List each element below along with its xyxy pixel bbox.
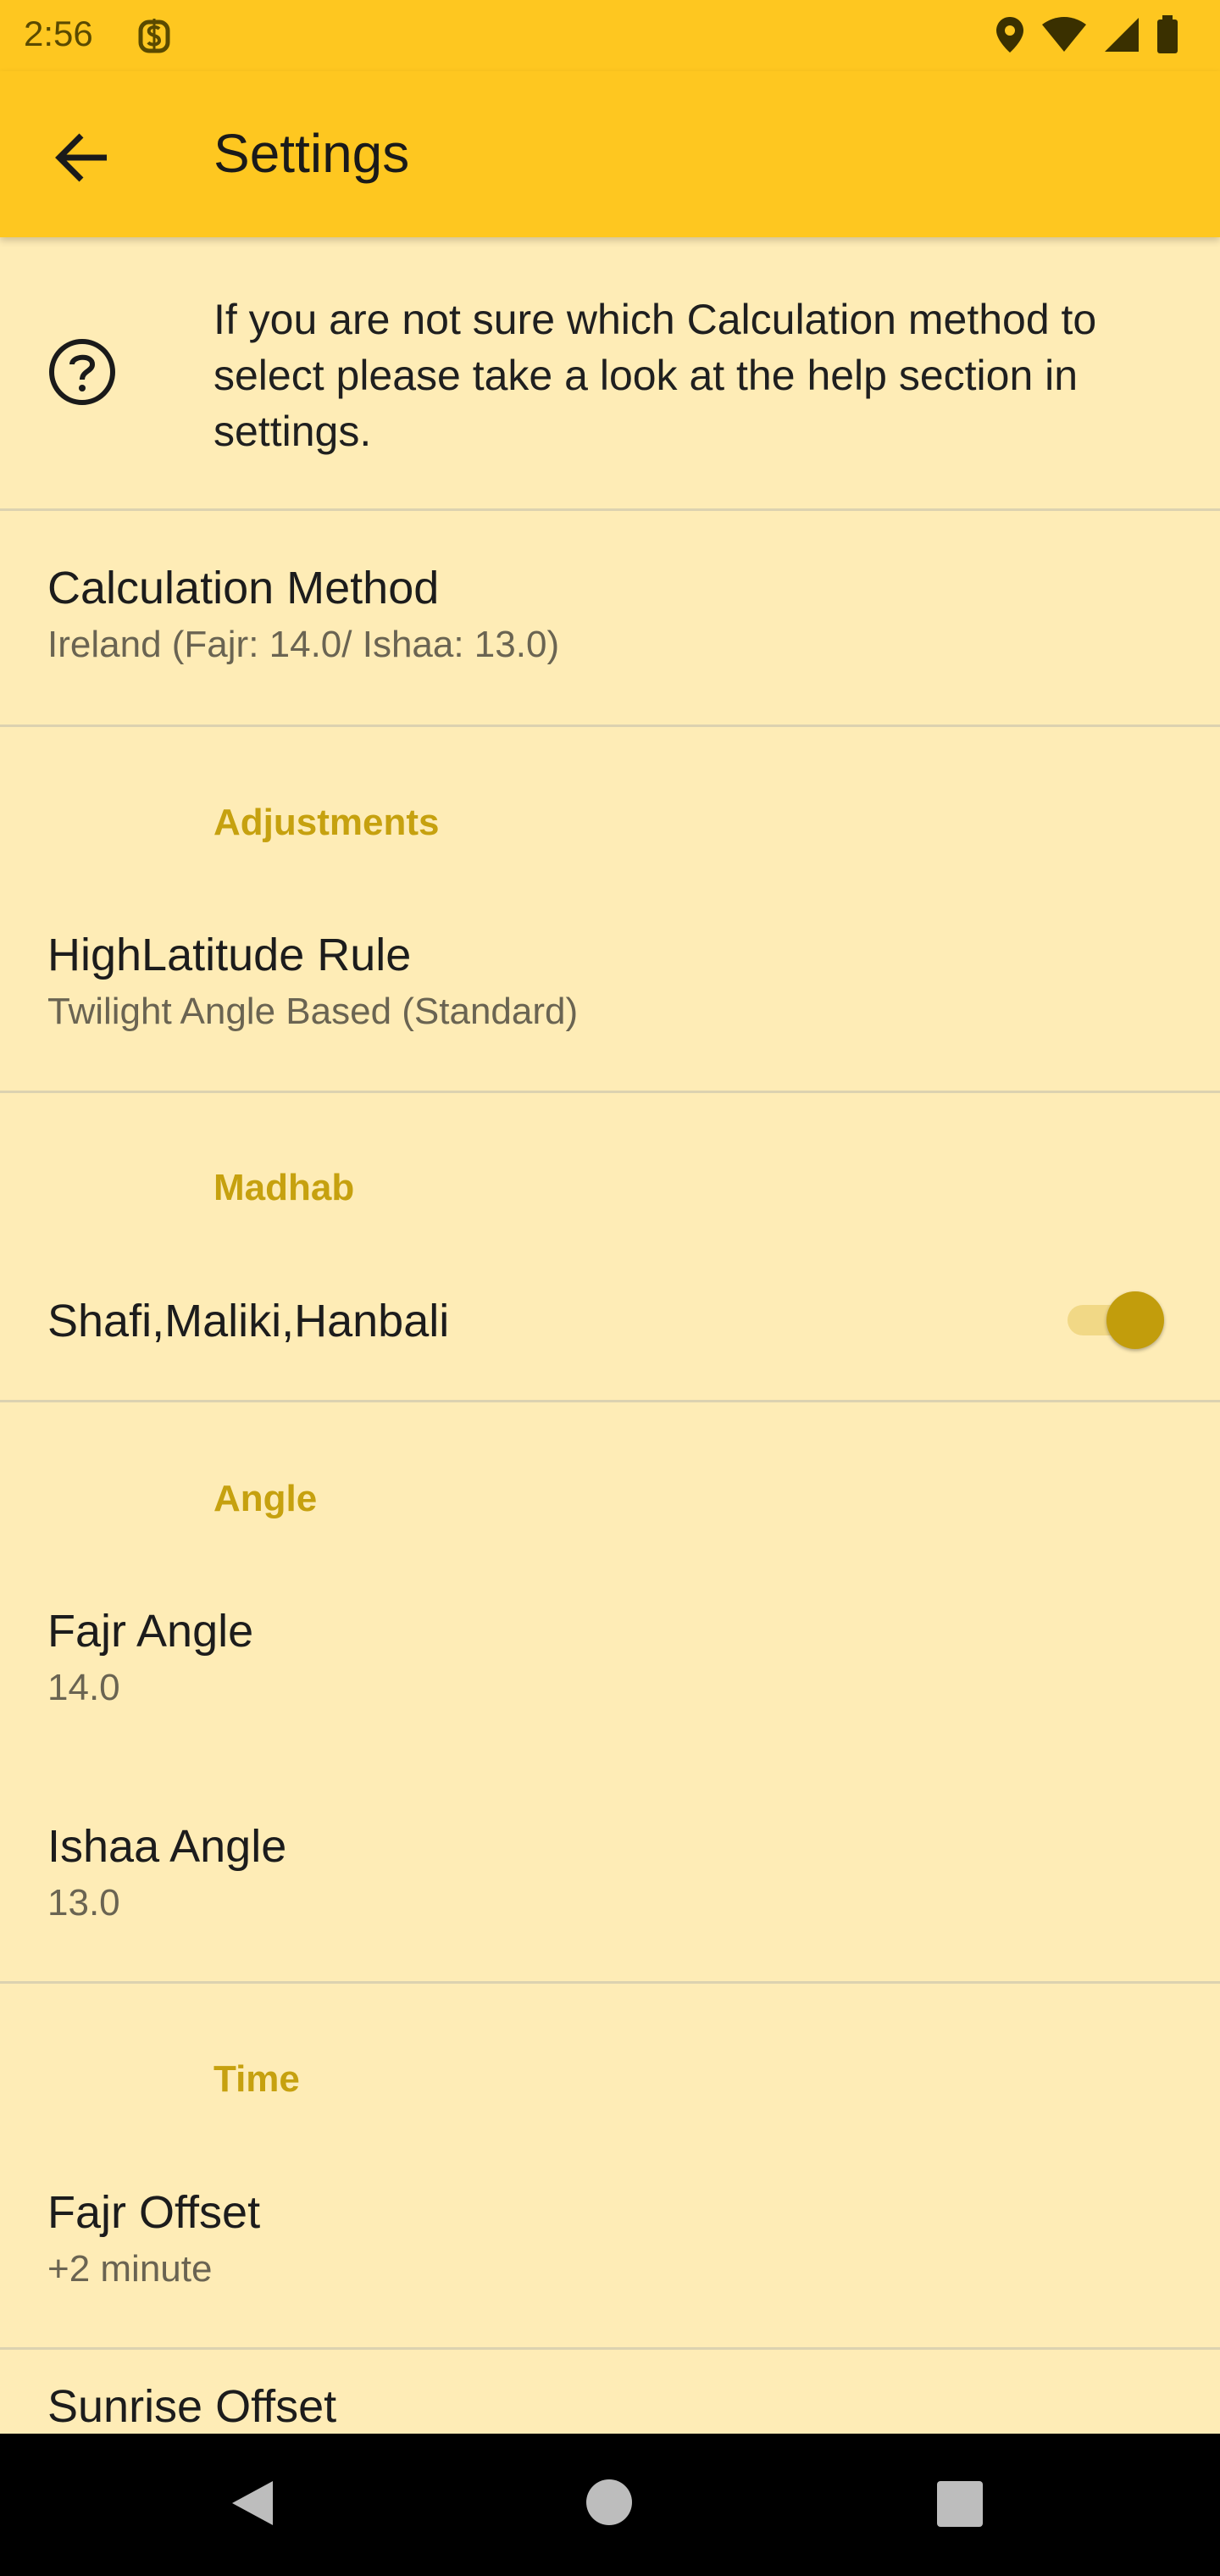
fajr-angle-title: Fajr Angle — [47, 1606, 254, 1657]
ishaa-angle-summary: 13.0 — [47, 1882, 120, 1924]
page-title: Settings — [214, 123, 410, 184]
help-info-row: If you are not sure which Calculation me… — [0, 237, 1220, 508]
system-navigation-bar — [0, 2434, 1220, 2576]
arrow-back-icon — [55, 133, 107, 182]
app-notification-icon — [136, 15, 173, 60]
status-bar: 2:56 — [0, 0, 1220, 71]
location-icon — [995, 15, 1025, 58]
adjustments-header: Adjustments — [214, 802, 440, 843]
fajr-offset-summary: +2 minute — [47, 2248, 213, 2290]
ishaa-angle-preference[interactable]: Ishaa Angle 13.0 — [0, 1790, 1220, 1981]
divider — [0, 724, 1220, 727]
nav-recents-icon[interactable] — [937, 2481, 983, 2527]
back-button[interactable] — [47, 122, 119, 193]
cellular-signal-icon — [1103, 16, 1140, 58]
nav-back-icon[interactable] — [229, 2478, 276, 2533]
high-latitude-preference[interactable]: HighLatitude Rule Twilight Angle Based (… — [0, 898, 1220, 1091]
madhab-switch[interactable] — [1062, 1285, 1164, 1352]
ishaa-angle-title: Ishaa Angle — [47, 1821, 287, 1872]
wifi-icon — [1040, 16, 1088, 58]
calculation-method-preference[interactable]: Calculation Method Ireland (Fajr: 14.0/ … — [0, 511, 1220, 724]
madhab-toggle-title: Shafi,Maliki,Hanbali — [47, 1296, 450, 1346]
time-header: Time — [214, 2058, 300, 2100]
help-circle-icon — [47, 337, 117, 411]
divider — [0, 1981, 1220, 1984]
switch-thumb — [1106, 1291, 1164, 1349]
battery-icon — [1156, 15, 1179, 58]
calculation-method-summary: Ireland (Fajr: 14.0/ Ishaa: 13.0) — [47, 624, 560, 665]
help-text: If you are not sure which Calculation me… — [214, 296, 1097, 455]
high-latitude-summary: Twilight Angle Based (Standard) — [47, 991, 579, 1032]
fajr-offset-preference[interactable]: Fajr Offset +2 minute — [0, 2156, 1220, 2347]
madhab-toggle-preference[interactable]: Shafi,Maliki,Hanbali — [0, 1264, 1220, 1400]
fajr-angle-preference[interactable]: Fajr Angle 14.0 — [0, 1574, 1220, 1790]
fajr-offset-title: Fajr Offset — [47, 2187, 261, 2238]
high-latitude-title: HighLatitude Rule — [47, 930, 412, 980]
divider — [0, 1400, 1220, 1402]
app-bar: Settings — [0, 71, 1220, 237]
angle-header: Angle — [214, 1478, 318, 1519]
madhab-header: Madhab — [214, 1167, 355, 1208]
fajr-angle-summary: 14.0 — [47, 1667, 120, 1708]
status-time: 2:56 — [24, 14, 93, 53]
status-icons — [995, 15, 1179, 58]
sunrise-offset-title: Sunrise Offset — [47, 2381, 337, 2432]
divider — [0, 1091, 1220, 1093]
nav-home-icon[interactable] — [586, 2479, 632, 2525]
calculation-method-title: Calculation Method — [47, 563, 440, 613]
